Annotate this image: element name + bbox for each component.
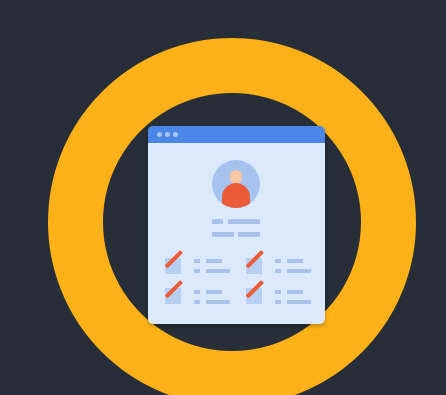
checklist-text-line (206, 269, 230, 273)
profile-text-line (228, 219, 260, 224)
checklist-text-line (275, 259, 281, 263)
checklist-text-line (275, 300, 281, 304)
checked-box-icon (164, 280, 183, 304)
checklist-text-line (287, 290, 303, 294)
checklist-text-line (194, 259, 200, 263)
checklist-text-line (287, 300, 311, 304)
checked-box-icon (245, 280, 264, 304)
checklist-text-line (206, 259, 222, 263)
checklist-text-line (206, 300, 230, 304)
illustration-canvas (0, 0, 446, 395)
checklist-text-line (275, 269, 281, 273)
avatar-head (230, 170, 242, 184)
avatar-body (222, 183, 250, 208)
checklist-text-line (287, 269, 311, 273)
checklist-text-line (194, 290, 200, 294)
resume-document-window (148, 126, 325, 324)
checklist-text-line (194, 300, 200, 304)
window-dot-icon (165, 132, 170, 137)
profile-avatar-icon (212, 160, 260, 208)
window-dot-icon (157, 132, 162, 137)
checklist-text-line (275, 290, 281, 294)
checked-box-icon (245, 250, 264, 274)
profile-text-line (212, 232, 234, 237)
window-dot-icon (173, 132, 178, 137)
checklist-text-line (206, 290, 222, 294)
checklist-text-line (194, 269, 200, 273)
profile-text-line (238, 232, 260, 237)
profile-text-line (212, 219, 223, 224)
checked-box-icon (164, 250, 183, 274)
checklist-text-line (287, 259, 303, 263)
window-title-bar (148, 126, 325, 143)
